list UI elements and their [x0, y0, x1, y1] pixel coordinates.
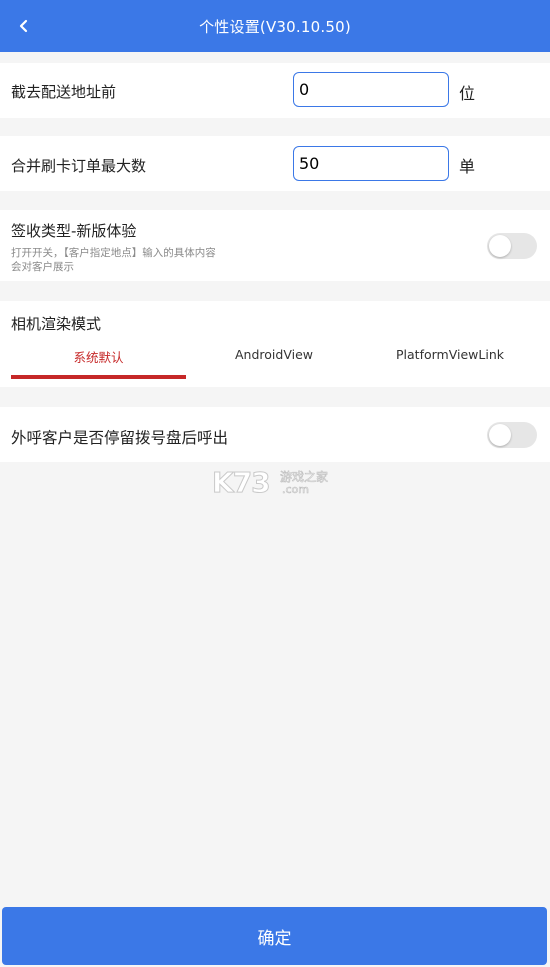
merge-max-row: 合并刷卡订单最大数 单 — [0, 136, 550, 191]
tab-android-view[interactable]: AndroidView — [186, 347, 362, 367]
watermark-sub: .com — [282, 483, 310, 497]
merge-max-unit: 单 — [459, 157, 476, 176]
outbound-call-label: 外呼客户是否停留拨号盘后呼出 — [11, 429, 229, 447]
back-button[interactable] — [6, 8, 42, 44]
truncate-address-row: 截去配送地址前 位 — [0, 63, 550, 118]
sign-type-description: 打开开关，【客户指定地点】输入的具体内容会对客户展示 — [11, 247, 216, 273]
toggle-knob — [489, 235, 511, 257]
confirm-button[interactable]: 确定 — [2, 907, 547, 965]
tab-indicator — [11, 375, 186, 379]
sign-type-label: 签收类型-新版体验 — [11, 222, 137, 240]
page-title: 个性设置(V30.10.50) — [199, 17, 351, 36]
chevron-left-icon — [19, 19, 28, 33]
toggle-knob — [489, 424, 511, 446]
sign-type-row: 签收类型-新版体验 打开开关，【客户指定地点】输入的具体内容会对客户展示 — [0, 210, 550, 281]
outbound-call-toggle[interactable] — [487, 422, 537, 448]
truncate-address-unit: 位 — [459, 84, 476, 103]
sign-type-toggle[interactable] — [487, 233, 537, 259]
truncate-address-label: 截去配送地址前 — [11, 83, 117, 101]
camera-mode-label: 相机渲染模式 — [11, 315, 102, 333]
watermark-main: K73 — [212, 466, 272, 500]
camera-mode-row: 相机渲染模式 系统默认 AndroidView PlatformViewLink — [0, 301, 550, 387]
tab-platform-view-link[interactable]: PlatformViewLink — [362, 347, 538, 367]
app-header: 个性设置(V30.10.50) — [0, 0, 550, 52]
merge-max-label: 合并刷卡订单最大数 — [11, 157, 147, 175]
tab-system-default[interactable]: 系统默认 — [11, 347, 186, 367]
watermark-logo: K73 游戏之家 .com — [212, 466, 342, 500]
merge-max-input[interactable] — [293, 146, 449, 181]
outbound-call-row: 外呼客户是否停留拨号盘后呼出 — [0, 407, 550, 462]
truncate-address-input[interactable] — [293, 72, 449, 107]
